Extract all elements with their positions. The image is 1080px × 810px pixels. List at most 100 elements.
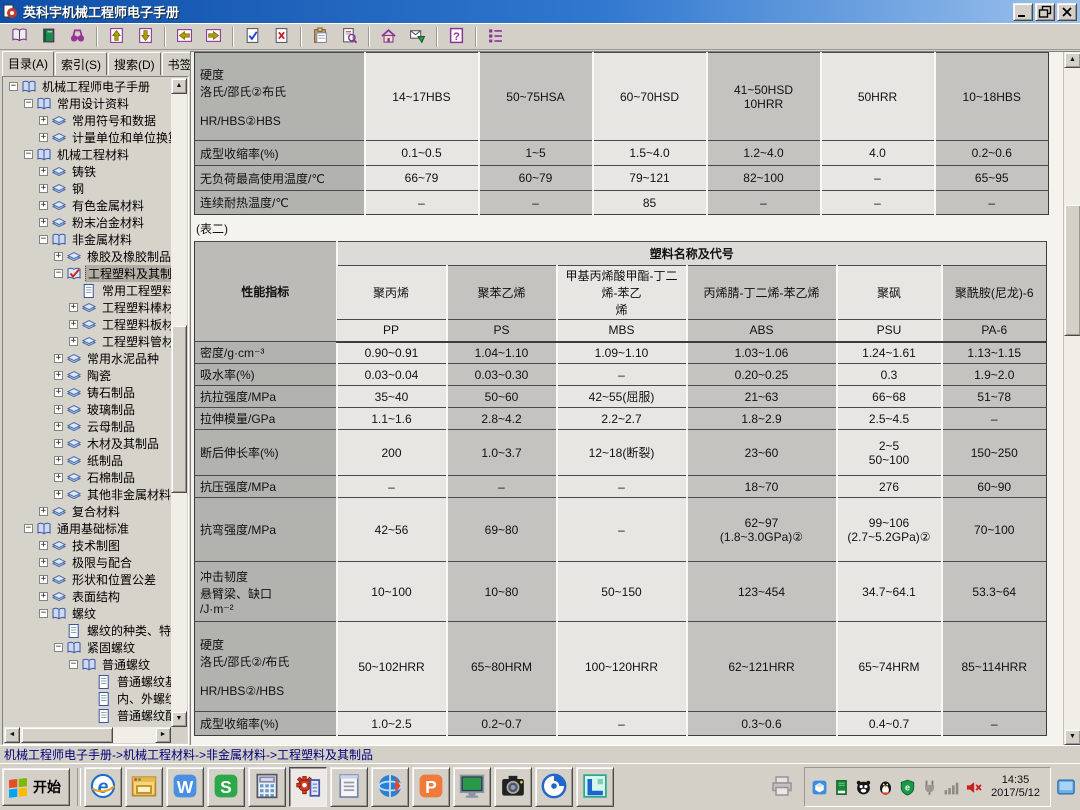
expand-plus-icon[interactable]: + (39, 116, 48, 125)
tree-item[interactable]: +形状和位置公差 (4, 571, 171, 588)
tree-item[interactable]: +复合材料 (4, 503, 171, 520)
taskbar-wps-writer-button[interactable]: W (166, 767, 204, 807)
index-list-button[interactable] (482, 25, 509, 48)
tree-item[interactable]: −普通螺纹 (4, 656, 171, 673)
tree-item[interactable]: +玻璃制品 (4, 401, 171, 418)
tree-item[interactable]: −螺纹 (4, 605, 171, 622)
printer-tray-icon[interactable] (770, 774, 796, 800)
tree-item[interactable]: −常用设计资料 (4, 95, 171, 112)
tree-scroll-left-arrow-icon[interactable]: ◄ (4, 727, 20, 743)
expand-plus-icon[interactable]: + (69, 320, 78, 329)
restore-button[interactable] (1035, 3, 1055, 21)
taskbar-camera-tool-button[interactable] (494, 767, 532, 807)
taskbar-web-browser-button[interactable] (371, 767, 409, 807)
tree-item[interactable]: +木材及其制品 (4, 435, 171, 452)
tree-item[interactable]: +钢 (4, 180, 171, 197)
collapse-minus-icon[interactable]: − (24, 524, 33, 533)
taskbar-notepad-button[interactable] (330, 767, 368, 807)
tab-search[interactable]: 搜索(D) (108, 52, 161, 75)
tree-item[interactable]: 普通螺纹基本牙 (4, 673, 171, 690)
panda-app-tray-icon[interactable] (855, 779, 872, 796)
forward-button[interactable] (200, 25, 227, 48)
collapse-minus-icon[interactable]: − (24, 150, 33, 159)
tree-item[interactable]: +其他非金属材料制品 (4, 486, 171, 503)
tree-horizontal-scrollbar[interactable]: ◄ ► (4, 727, 171, 743)
help-button[interactable]: ? (443, 25, 470, 48)
expand-plus-icon[interactable]: + (39, 541, 48, 550)
open-book-button[interactable] (6, 25, 33, 48)
paste-button[interactable] (307, 25, 334, 48)
expand-plus-icon[interactable]: + (54, 473, 63, 482)
tree-item[interactable]: +纸制品 (4, 452, 171, 469)
tree-item[interactable]: +工程塑料板材及薄膜 (4, 316, 171, 333)
collapse-minus-icon[interactable]: − (39, 235, 48, 244)
expand-plus-icon[interactable]: + (39, 218, 48, 227)
expand-plus-icon[interactable]: + (54, 354, 63, 363)
tree-item[interactable]: +有色金属材料 (4, 197, 171, 214)
tab-contents[interactable]: 目录(A) (2, 51, 54, 76)
expand-plus-icon[interactable]: + (69, 337, 78, 346)
collapse-minus-icon[interactable]: − (39, 609, 48, 618)
tree-item[interactable]: −通用基础标准 (4, 520, 171, 537)
taskbar-screen-tool-button[interactable] (576, 767, 614, 807)
collapse-minus-icon[interactable]: − (24, 99, 33, 108)
tree-item[interactable]: −紧固螺纹 (4, 639, 171, 656)
tree-item[interactable]: +云母制品 (4, 418, 171, 435)
scroll-down-button[interactable] (132, 25, 159, 48)
tree-item[interactable]: −非金属材料 (4, 231, 171, 248)
taskbar-media-app-button[interactable] (535, 767, 573, 807)
tree-item[interactable]: 常用工程塑料物理 (4, 282, 171, 299)
taskbar-file-manager-button[interactable] (125, 767, 163, 807)
volume-muted-tray-icon[interactable] (965, 779, 982, 796)
tree-scroll-down-arrow-icon[interactable]: ▼ (171, 711, 187, 727)
start-button[interactable]: 开始 (2, 768, 70, 806)
expand-plus-icon[interactable]: + (54, 388, 63, 397)
network-card-tray-icon[interactable] (833, 779, 850, 796)
content-scroll-up-arrow-icon[interactable]: ▲ (1064, 52, 1080, 68)
expand-plus-icon[interactable]: + (39, 575, 48, 584)
show-desktop-button[interactable] (1054, 767, 1078, 807)
taskbar-handbook-app-button[interactable] (289, 767, 327, 807)
tree-item[interactable]: −机械工程材料 (4, 146, 171, 163)
expand-plus-icon[interactable]: + (54, 405, 63, 414)
collapse-minus-icon[interactable]: − (54, 269, 63, 278)
tree-item[interactable]: −机械工程师电子手册 (4, 78, 171, 95)
expand-plus-icon[interactable]: + (39, 201, 48, 210)
tree-item[interactable]: +橡胶及橡胶制品 (4, 248, 171, 265)
expand-plus-icon[interactable]: + (39, 184, 48, 193)
cube-app-tray-icon[interactable] (811, 779, 828, 796)
content-scroll-down-arrow-icon[interactable]: ▼ (1064, 729, 1080, 745)
signal-strength-tray-icon[interactable] (943, 779, 960, 796)
minimize-button[interactable] (1013, 3, 1033, 21)
expand-plus-icon[interactable]: + (39, 558, 48, 567)
tree-item[interactable]: +计量单位和单位换算 (4, 129, 171, 146)
content-scrollbar-thumb[interactable] (1064, 204, 1080, 336)
tree-scrollbar-thumb[interactable] (171, 325, 187, 494)
tree-item[interactable]: 内、外螺纹公差 (4, 690, 171, 707)
collapse-minus-icon[interactable]: − (9, 82, 18, 91)
tree-item[interactable]: +铸石制品 (4, 384, 171, 401)
taskbar-wps-spreadsheet-button[interactable]: S (207, 767, 245, 807)
contents-book-button[interactable] (35, 25, 62, 48)
search-binoculars-button[interactable] (64, 25, 91, 48)
taskbar-ie-browser-button[interactable]: e (84, 767, 122, 807)
tree-vertical-scrollbar[interactable]: ▲ ▼ (171, 78, 187, 727)
preview-button[interactable] (336, 25, 363, 48)
tree-item[interactable]: 螺纹的种类、特点和应用 (4, 622, 171, 639)
tree-item[interactable]: +常用水泥品种 (4, 350, 171, 367)
back-button[interactable] (171, 25, 198, 48)
power-plug-tray-icon[interactable] (921, 779, 938, 796)
collapse-minus-icon[interactable]: − (54, 643, 63, 652)
tree-item[interactable]: +极限与配合 (4, 554, 171, 571)
antivirus-shield-tray-icon[interactable]: e (899, 779, 916, 796)
tree-item[interactable]: +陶瓷 (4, 367, 171, 384)
close-button[interactable] (1057, 3, 1077, 21)
doc-delete-button[interactable] (268, 25, 295, 48)
feedback-mail-button[interactable] (404, 25, 431, 48)
scroll-up-button[interactable] (103, 25, 130, 48)
expand-plus-icon[interactable]: + (69, 303, 78, 312)
tree-item[interactable]: +常用符号和数据 (4, 112, 171, 129)
tree-item[interactable]: +工程塑料管材 (4, 333, 171, 350)
expand-plus-icon[interactable]: + (54, 490, 63, 499)
expand-plus-icon[interactable]: + (54, 252, 63, 261)
